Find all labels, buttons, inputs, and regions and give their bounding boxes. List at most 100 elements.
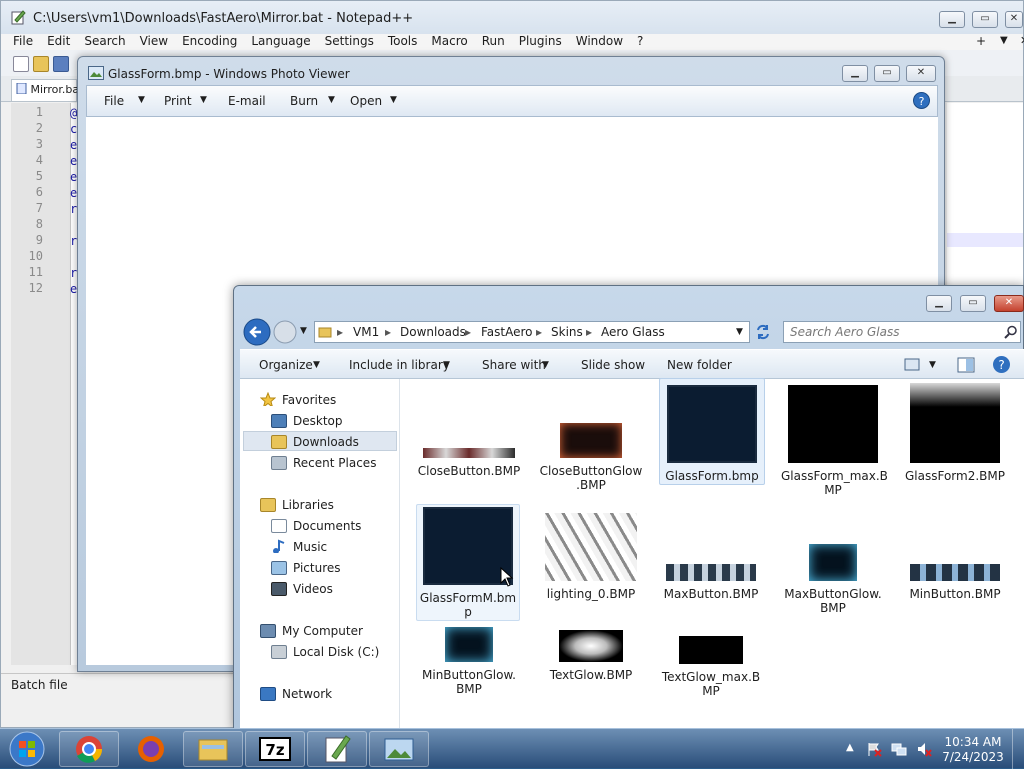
menu-window[interactable]: Window xyxy=(569,34,630,48)
nav-libraries[interactable]: Libraries xyxy=(282,498,334,512)
menu-edit[interactable]: Edit xyxy=(40,34,77,48)
search-icon[interactable] xyxy=(1004,325,1018,339)
action-center-flag-icon[interactable] xyxy=(866,741,882,757)
file-item[interactable]: TextGlow.BMP xyxy=(539,630,643,682)
start-button[interactable] xyxy=(8,730,46,768)
organize-button[interactable]: Organize xyxy=(259,358,313,372)
breadcrumb-item[interactable]: VM1 xyxy=(353,325,379,339)
system-clock[interactable]: 10:34 AM 7/24/2023 xyxy=(942,735,1004,765)
minimize-button[interactable]: ▁ xyxy=(939,11,965,28)
pv-menu-file[interactable]: File xyxy=(104,94,124,108)
share-with-button[interactable]: Share with xyxy=(482,358,546,372)
pv-menu-burn[interactable]: Burn xyxy=(290,94,318,108)
file-item[interactable]: lighting_0.BMP xyxy=(539,513,643,601)
menu-help[interactable]: ? xyxy=(630,34,650,48)
show-hidden-icons[interactable]: ▲ xyxy=(846,742,854,753)
close-button[interactable]: ✕ xyxy=(906,65,936,82)
menu-settings[interactable]: Settings xyxy=(318,34,381,48)
address-dropdown-icon[interactable]: ▼ xyxy=(736,327,743,337)
pv-menu-open[interactable]: Open xyxy=(350,94,382,108)
nav-local-disk[interactable]: Local Disk (C:) xyxy=(293,645,379,659)
menu-search[interactable]: Search xyxy=(77,34,132,48)
photo-viewer-titlebar[interactable]: GlassForm.bmp - Windows Photo Viewer ▁ ▭… xyxy=(78,57,944,85)
volume-muted-icon[interactable] xyxy=(916,741,932,757)
show-desktop-button[interactable] xyxy=(1012,729,1024,769)
nav-my-computer[interactable]: My Computer xyxy=(282,624,363,638)
minimize-button[interactable]: ▁ xyxy=(842,65,868,82)
slide-show-button[interactable]: Slide show xyxy=(581,358,645,372)
chevron-down-icon[interactable]: ▼ xyxy=(200,95,207,105)
file-item[interactable]: CloseButtonGlow .BMP xyxy=(539,423,643,492)
nav-downloads[interactable]: Downloads xyxy=(293,435,359,449)
chevron-down-icon[interactable]: ▼ xyxy=(313,360,320,370)
preview-pane-icon[interactable] xyxy=(957,357,975,373)
maximize-button[interactable]: ▭ xyxy=(874,65,900,82)
nav-recent-places[interactable]: Recent Places xyxy=(293,456,376,470)
nav-desktop[interactable]: Desktop xyxy=(293,414,343,428)
chevron-down-icon[interactable]: ▼ xyxy=(443,360,450,370)
breadcrumb-item[interactable]: Aero Glass xyxy=(601,325,665,339)
editor-right-area[interactable] xyxy=(947,103,1023,293)
taskbar-firefox[interactable] xyxy=(121,731,181,767)
breadcrumb-item[interactable]: FastAero xyxy=(481,325,533,339)
menu-tools[interactable]: Tools xyxy=(381,34,425,48)
tab-mirror-bat[interactable]: Mirror.bat xyxy=(11,79,83,101)
new-folder-button[interactable]: New folder xyxy=(667,358,732,372)
notepadpp-titlebar[interactable]: C:\Users\vm1\Downloads\FastAero\Mirror.b… xyxy=(1,1,1023,35)
menu-view[interactable]: View xyxy=(133,34,175,48)
file-item-hover[interactable]: GlassFormM.bm p xyxy=(416,504,520,621)
taskbar-file-explorer[interactable] xyxy=(183,731,243,767)
help-icon[interactable]: ? xyxy=(913,92,930,109)
close-button[interactable]: ✕ xyxy=(994,295,1024,312)
pv-menu-email[interactable]: E-mail xyxy=(228,94,266,108)
refresh-icon[interactable] xyxy=(754,323,772,341)
menu-encoding[interactable]: Encoding xyxy=(175,34,244,48)
nav-favorites[interactable]: Favorites xyxy=(282,393,336,407)
file-item[interactable]: TextGlow_max.B MP xyxy=(659,636,763,698)
back-arrow-icon[interactable] xyxy=(243,318,271,346)
new-file-icon[interactable] xyxy=(13,56,29,72)
taskbar-notepadpp[interactable] xyxy=(307,731,367,767)
breadcrumb-item[interactable]: Downloads xyxy=(400,325,466,339)
chevron-down-icon[interactable]: ▼ xyxy=(138,95,145,105)
tab-list-icon[interactable]: ▼ xyxy=(993,34,1015,48)
nav-documents[interactable]: Documents xyxy=(293,519,361,533)
chevron-down-icon[interactable]: ▼ xyxy=(542,360,549,370)
file-item[interactable]: GlassForm_max.B MP xyxy=(781,385,888,497)
menu-run[interactable]: Run xyxy=(475,34,512,48)
search-input[interactable]: Search Aero Glass xyxy=(783,321,1021,343)
menu-file[interactable]: File xyxy=(1,34,40,48)
menu-macro[interactable]: Macro xyxy=(424,34,474,48)
view-options-icon[interactable] xyxy=(904,358,920,372)
address-bar[interactable]: ▸ VM1 ▸ Downloads ▸ FastAero ▸ Skins ▸ A… xyxy=(314,321,750,343)
nav-videos[interactable]: Videos xyxy=(293,582,333,596)
close-button[interactable]: ✕ xyxy=(1005,11,1023,28)
chevron-down-icon[interactable]: ▼ xyxy=(929,360,936,370)
taskbar-chrome[interactable] xyxy=(59,731,119,767)
file-item[interactable]: MaxButtonGlow. BMP xyxy=(781,544,885,615)
maximize-button[interactable]: ▭ xyxy=(960,295,986,312)
forward-arrow-icon[interactable] xyxy=(273,320,297,344)
nav-network[interactable]: Network xyxy=(282,687,332,701)
file-item-selected[interactable]: GlassForm.bmp xyxy=(659,378,765,485)
save-icon[interactable] xyxy=(53,56,69,72)
minimize-button[interactable]: ▁ xyxy=(926,295,952,312)
menu-language[interactable]: Language xyxy=(244,34,317,48)
file-item[interactable]: MinButton.BMP xyxy=(903,564,1007,601)
chevron-down-icon[interactable]: ▼ xyxy=(390,95,397,105)
close-doc-icon[interactable]: ✕ xyxy=(1013,34,1024,48)
file-item[interactable]: GlassForm2.BMP xyxy=(903,383,1007,483)
file-item[interactable]: MaxButton.BMP xyxy=(659,564,763,601)
nav-music[interactable]: Music xyxy=(293,540,327,554)
maximize-button[interactable]: ▭ xyxy=(972,11,998,28)
recent-pages-icon[interactable]: ▼ xyxy=(300,326,307,336)
nav-pictures[interactable]: Pictures xyxy=(293,561,341,575)
taskbar-7zip[interactable]: 7z xyxy=(245,731,305,767)
file-item[interactable]: MinButtonGlow. BMP xyxy=(417,627,521,696)
chevron-down-icon[interactable]: ▼ xyxy=(328,95,335,105)
network-status-icon[interactable] xyxy=(891,741,907,757)
open-folder-icon[interactable] xyxy=(33,56,49,72)
include-in-library-button[interactable]: Include in library xyxy=(349,358,450,372)
menu-plugins[interactable]: Plugins xyxy=(512,34,569,48)
breadcrumb-item[interactable]: Skins xyxy=(551,325,583,339)
